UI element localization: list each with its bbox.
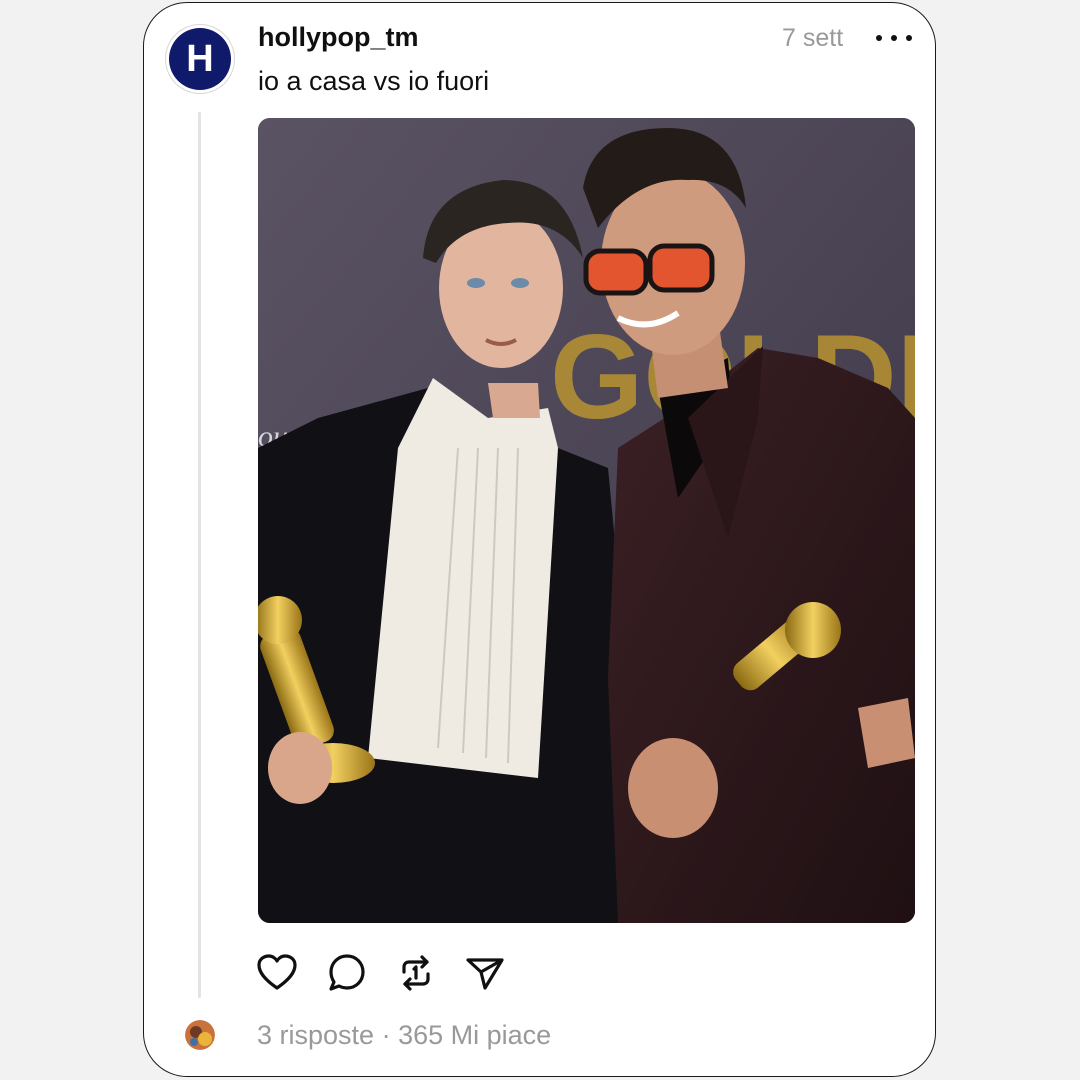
- username[interactable]: hollypop_tm: [258, 22, 419, 53]
- post-stats: 3 risposte · 365 Mi piace: [257, 1020, 551, 1051]
- replier-avatar[interactable]: [185, 1020, 215, 1050]
- stats-separator: ·: [374, 1020, 399, 1050]
- like-icon[interactable]: [256, 952, 298, 994]
- thread-line: [198, 112, 201, 998]
- post-time: 7 sett: [782, 24, 844, 52]
- replies-count[interactable]: 3 risposte: [257, 1020, 374, 1050]
- repost-icon[interactable]: [395, 952, 437, 994]
- avatar-letter: H: [169, 28, 231, 90]
- share-icon[interactable]: [464, 952, 506, 994]
- comment-icon[interactable]: [326, 952, 368, 994]
- likes-count[interactable]: 365 Mi piace: [398, 1020, 551, 1050]
- avatar[interactable]: H: [166, 25, 234, 93]
- more-options-icon[interactable]: [876, 24, 912, 52]
- post-image[interactable]: GOLDEN ount: [258, 118, 915, 923]
- post-caption: io a casa vs io fuori: [258, 66, 490, 96]
